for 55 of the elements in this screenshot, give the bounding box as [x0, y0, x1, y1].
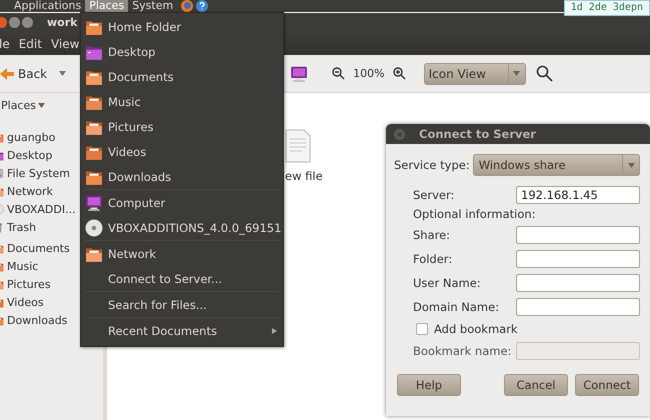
menu-item[interactable]: Documents: [81, 64, 283, 89]
input-field[interactable]: [516, 274, 640, 292]
field-label: Bookmark name:: [413, 344, 512, 358]
computer-icon: [290, 64, 308, 82]
zoom-in-icon[interactable]: [392, 67, 406, 80]
service-type-dropdown[interactable]: Windows share: [472, 154, 640, 176]
dropdown-arrow-icon: [513, 71, 520, 76]
back-arrow-icon: [0, 66, 14, 80]
dropdown-arrow-icon: [38, 103, 45, 108]
field-label: Service type:: [394, 158, 470, 172]
maximize-button[interactable]: [22, 17, 33, 28]
dialog-button[interactable]: Connect: [575, 374, 639, 396]
sidebar-item[interactable]: Trash: [0, 218, 103, 236]
field-label: User Name:: [413, 276, 482, 290]
dialog-button[interactable]: Cancel: [504, 374, 568, 396]
field-label: Server:: [413, 188, 456, 202]
browser-icon[interactable]: [181, 0, 194, 12]
sidebar-heading[interactable]: Places: [1, 99, 36, 112]
file-icon[interactable]: [285, 129, 311, 163]
field-label: Folder:: [413, 252, 454, 266]
input-field[interactable]: [516, 298, 640, 316]
minimize-button[interactable]: [9, 17, 20, 28]
view-mode-dropdown[interactable]: Icon View: [424, 62, 526, 84]
dialog-title: Connect to Server: [419, 127, 536, 141]
menu-item[interactable]: le: [0, 36, 10, 50]
menu-item[interactable]: Desktop: [81, 39, 283, 64]
panel-menu[interactable]: System: [128, 0, 178, 12]
panel-menu[interactable]: Applications: [10, 0, 86, 12]
help-icon[interactable]: [196, 0, 208, 12]
workspace-label: 1d 2de 3depn: [564, 0, 650, 16]
field-label: Domain Name:: [413, 300, 500, 314]
menu-item[interactable]: Home Folder: [81, 14, 283, 39]
checkbox[interactable]: [416, 323, 428, 335]
checkbox-label[interactable]: Add bookmark: [434, 322, 518, 336]
close-icon[interactable]: [394, 128, 405, 140]
dialog-button[interactable]: Help: [397, 374, 461, 396]
dropdown-arrow-icon: [628, 162, 634, 168]
file-name[interactable]: ew file: [285, 169, 323, 183]
input-field[interactable]: [516, 250, 640, 268]
window-title: work: [47, 16, 78, 29]
menu-item[interactable]: Edit: [18, 36, 42, 50]
zoom-level: 100%: [353, 67, 385, 80]
search-icon[interactable]: [536, 65, 553, 82]
disc-icon: [85, 218, 103, 236]
input-field[interactable]: 192.168.1.45: [516, 186, 640, 204]
zoom-out-icon[interactable]: [332, 67, 346, 80]
menu-item[interactable]: Music: [81, 89, 283, 114]
section-label: Optional information:: [413, 207, 537, 221]
dropdown-arrow-icon[interactable]: [59, 71, 66, 76]
back-button[interactable]: Back: [0, 66, 48, 80]
submenu-arrow-icon: [272, 328, 277, 334]
menu-item[interactable]: View: [50, 36, 80, 50]
field-label: Share:: [413, 228, 452, 242]
computer-icon: [85, 194, 103, 212]
input-field[interactable]: [516, 226, 640, 244]
